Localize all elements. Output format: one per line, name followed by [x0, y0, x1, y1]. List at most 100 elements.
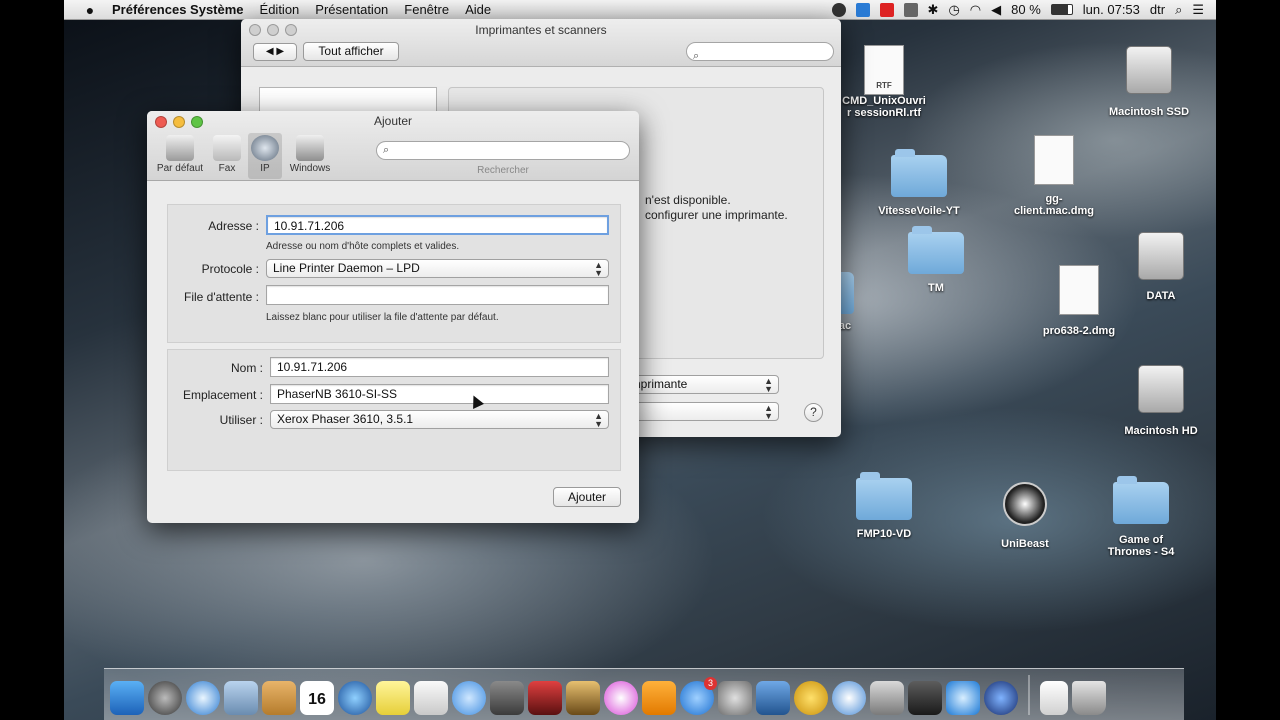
toolbar-windows-label: Windows [289, 163, 331, 174]
toolbar-windows[interactable]: Windows [285, 135, 335, 174]
pro638-dmg[interactable]: pro638-2.dmg [1024, 265, 1134, 337]
menu-app-name[interactable]: Préférences Système [104, 2, 252, 17]
popup-arrows-icon: ▲ ▼ [764, 376, 773, 394]
teamviewer-status-icon[interactable] [855, 2, 870, 17]
notes-icon[interactable] [376, 681, 410, 715]
xcode-icon[interactable] [756, 681, 790, 715]
paper-size-popup[interactable]: ▲ ▼ [621, 402, 779, 421]
menu-presentation[interactable]: Présentation [307, 2, 396, 17]
no-printer-message-2: configurer une imprimante. [645, 208, 788, 222]
itunes-icon[interactable] [604, 681, 638, 715]
protocol-label: Protocole : [201, 262, 259, 276]
game-of-thrones-folder[interactable]: Game of Thrones - S4 [1086, 476, 1196, 558]
menu-fenetre[interactable]: Fenêtre [396, 2, 457, 17]
back-forward-buttons[interactable]: ◀ ▶ [253, 43, 297, 61]
add-dialog-title: Ajouter [373, 114, 413, 128]
mail-icon[interactable] [224, 681, 258, 715]
safari-icon[interactable] [186, 681, 220, 715]
location-input[interactable]: PhaserNB 3610-SI-SS [270, 384, 609, 404]
wifi-app-icon[interactable] [832, 681, 866, 715]
disk-image-icon [1034, 135, 1074, 185]
battery-percent[interactable]: 80 % [1011, 2, 1041, 17]
tm-label: TM [928, 282, 944, 294]
preview-icon[interactable] [414, 681, 448, 715]
network-globe-icon[interactable] [338, 681, 372, 715]
printer-icon [166, 135, 194, 161]
record-icon[interactable] [831, 2, 846, 17]
apple-menu-icon[interactable]: ● [76, 2, 104, 18]
video-editor-icon[interactable] [908, 681, 942, 715]
menu-edition[interactable]: Édition [252, 2, 308, 17]
folder-icon [891, 149, 947, 197]
user-name[interactable]: dtr [1150, 2, 1165, 17]
calendar-icon[interactable]: 16 [300, 681, 334, 715]
add-printer-dialog: Ajouter Par défaut Fax IP Windows ⌕ Rech… [147, 111, 639, 523]
system-preferences-icon[interactable] [718, 681, 752, 715]
iphoto-icon[interactable] [566, 681, 600, 715]
macintosh-hd-drive[interactable]: Macintosh HD [1106, 365, 1216, 437]
gg-client-dmg[interactable]: gg- client.mac.dmg [999, 135, 1109, 217]
spotlight-icon[interactable]: ⌕ [1175, 2, 1182, 18]
queue-input[interactable] [266, 285, 609, 305]
fax-icon [213, 135, 241, 161]
address-input[interactable]: 10.91.71.206 [266, 215, 609, 235]
document-icon[interactable] [1040, 681, 1068, 715]
driver-value: Xerox Phaser 3610, 3.5.1 [277, 412, 414, 426]
toolbar-fax[interactable]: Fax [209, 135, 245, 174]
got-label-1: Game of [1118, 534, 1163, 546]
show-all-button[interactable]: Tout afficher [303, 42, 399, 61]
volume-icon[interactable]: ◀ [991, 2, 1001, 18]
clock[interactable]: lun. 07:53 [1083, 2, 1140, 17]
name-input[interactable]: 10.91.71.206 [270, 357, 609, 377]
protocol-popup[interactable]: Line Printer Daemon – LPD ▲ ▼ [266, 259, 609, 278]
printers-window-title: Imprimantes et scanners [475, 23, 607, 37]
unibeast-volume[interactable]: UniBeast [970, 482, 1080, 550]
ibooks-icon[interactable] [642, 681, 676, 715]
globe-icon [251, 135, 279, 161]
contacts-icon[interactable] [262, 681, 296, 715]
default-printer-popup[interactable]: imprimante ▲ ▼ [621, 375, 779, 394]
disk-utility-icon[interactable] [870, 681, 904, 715]
search-icon: ⌕ [693, 50, 700, 62]
vitesse-folder[interactable]: VitesseVoile-YT [864, 149, 974, 217]
toolbar-ip-label: IP [260, 163, 270, 174]
photo-booth-icon[interactable] [528, 681, 562, 715]
rtf-document-icon: RTF [864, 45, 904, 95]
wifi-diagnostics-icon[interactable] [794, 681, 828, 715]
got-label-2: Thrones - S4 [1107, 546, 1175, 558]
dock-separator [1028, 675, 1030, 715]
trash-icon[interactable] [1072, 681, 1106, 715]
wifi-icon[interactable]: ◠ [970, 2, 981, 18]
driver-popup[interactable]: Xerox Phaser 3610, 3.5.1 ▲ ▼ [270, 410, 609, 429]
unibeast-icon [1003, 482, 1047, 526]
fmp-folder[interactable]: FMP10-VD [829, 472, 939, 540]
folder-icon [1113, 476, 1169, 524]
printer-info-group: Nom : 10.91.71.206 Emplacement : PhaserN… [167, 349, 621, 471]
folder-icon [856, 472, 912, 520]
toolbar-ip[interactable]: IP [248, 133, 282, 179]
prefs-search-field[interactable]: ⌕ [686, 42, 834, 62]
finder-icon[interactable] [110, 681, 144, 715]
toolbar-default[interactable]: Par défaut [153, 135, 207, 174]
queue-hint: Laissez blanc pour utiliser la file d'at… [266, 312, 499, 323]
time-machine-icon[interactable]: ◷ [948, 2, 959, 18]
messages-icon[interactable] [452, 681, 486, 715]
launchpad-icon[interactable] [148, 681, 182, 715]
teamviewer-icon[interactable] [946, 681, 980, 715]
add-dialog-search-field[interactable]: ⌕ [376, 141, 630, 160]
m-status-icon[interactable] [879, 2, 894, 17]
facetime-icon[interactable] [490, 681, 524, 715]
tm-folder[interactable]: TM [881, 226, 991, 294]
address-label: Adresse : [208, 219, 259, 233]
rtf-file[interactable]: RTF CMD_UnixOuvri r sessionRl.rtf [829, 45, 939, 119]
display-icon[interactable] [903, 2, 918, 17]
macintosh-ssd-drive[interactable]: Macintosh SSD [1094, 46, 1204, 118]
menu-aide[interactable]: Aide [457, 2, 499, 17]
notification-center-icon[interactable]: ☰ [1192, 2, 1204, 18]
app-store-icon[interactable]: 3 [680, 677, 717, 715]
add-button[interactable]: Ajouter [553, 487, 621, 507]
help-button[interactable]: ? [804, 403, 823, 422]
quicktime-icon[interactable] [984, 681, 1018, 715]
bluetooth-icon[interactable]: ✱ [928, 2, 939, 18]
battery-icon[interactable] [1050, 4, 1073, 15]
